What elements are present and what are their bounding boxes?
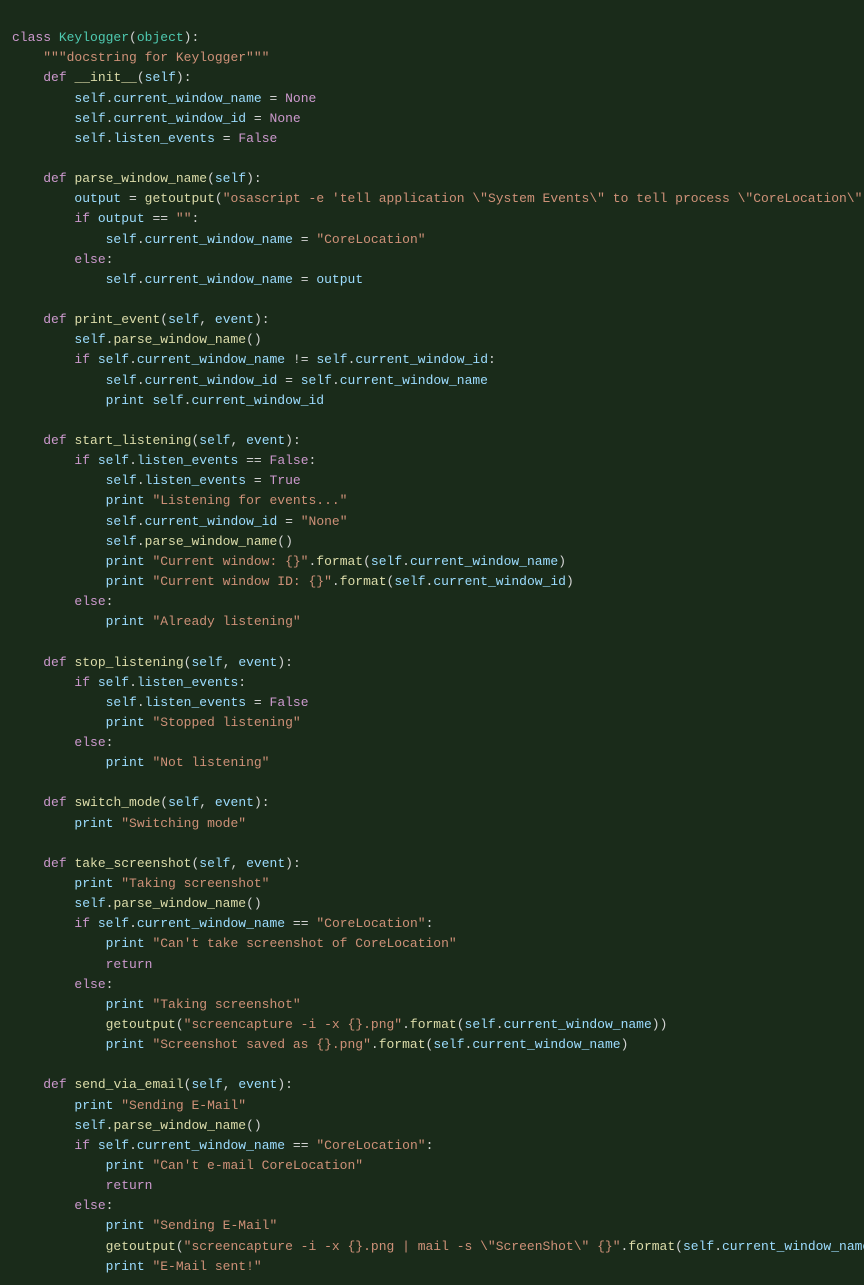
- code-editor: class Keylogger(object): """docstring fo…: [0, 0, 864, 1285]
